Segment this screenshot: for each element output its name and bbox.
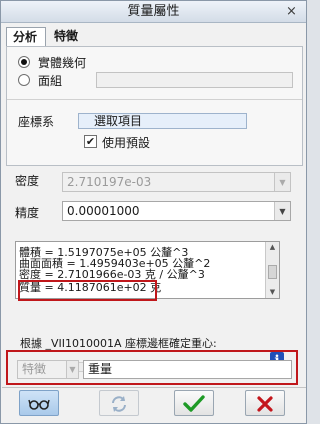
density-value: 2.710197e-03 xyxy=(67,175,152,189)
scroll-down-icon[interactable]: ▼ xyxy=(266,287,279,298)
coord-system-select-field[interactable]: 選取項目 xyxy=(78,113,247,129)
scroll-up-icon[interactable]: ▲ xyxy=(266,242,279,253)
radio-quilt-label: 面組 xyxy=(38,74,63,88)
close-icon[interactable]: × xyxy=(284,4,299,19)
mass-properties-dialog: 質量屬性 × 分析 特徵 實體幾何 面組 座標系 選取項目 ✔ 使用預設 密度 … xyxy=(0,0,307,424)
mass-highlight xyxy=(18,280,157,301)
title-bar: 質量屬性 × xyxy=(1,1,306,23)
coord-system-label: 座標系 xyxy=(18,115,55,129)
quilt-select-field xyxy=(96,72,293,88)
results-scrollbar[interactable]: ▲ ▼ xyxy=(265,242,279,298)
accuracy-label: 精度 xyxy=(15,206,40,220)
repeat-icon xyxy=(112,396,126,412)
use-default-checkbox[interactable]: ✔ xyxy=(84,135,97,148)
tab-analysis[interactable]: 分析 xyxy=(6,27,46,47)
ok-button[interactable] xyxy=(174,390,214,416)
divider xyxy=(7,99,302,100)
accuracy-value: 0.00001000 xyxy=(67,204,140,218)
accuracy-field[interactable]: 0.00001000 ▼ xyxy=(62,201,291,221)
accuracy-dropdown-icon[interactable]: ▼ xyxy=(274,202,290,220)
quick-view-button[interactable] xyxy=(19,390,59,416)
cancel-button[interactable] xyxy=(245,390,285,416)
checkmark-icon xyxy=(183,395,205,412)
radio-solid-geometry-label: 實體幾何 xyxy=(38,56,87,70)
scroll-thumb[interactable] xyxy=(268,265,277,279)
radio-solid-geometry[interactable] xyxy=(18,56,30,68)
radio-quilt[interactable] xyxy=(18,74,30,86)
dialog-title: 質量屬性 xyxy=(127,4,180,19)
bottom-divider xyxy=(2,387,306,388)
density-field: 2.710197e-03 ▼ xyxy=(62,172,291,192)
result-centroid-note: 根據 _VII1010001A 座標邊框確定重心: xyxy=(20,337,217,350)
use-default-label: 使用預設 xyxy=(102,136,151,150)
density-dropdown-icon: ▼ xyxy=(274,173,290,191)
result-density: 密度 = 2.7101966e-03 克 / 公釐^3 xyxy=(19,268,205,281)
density-label: 密度 xyxy=(15,174,40,188)
feature-highlight xyxy=(6,350,298,385)
cancel-x-icon xyxy=(257,396,273,412)
tab-feature[interactable]: 特徵 xyxy=(48,27,88,47)
coord-system-field-value: 選取項目 xyxy=(94,114,143,128)
repeat-button[interactable] xyxy=(99,390,139,416)
glasses-icon xyxy=(28,399,50,410)
